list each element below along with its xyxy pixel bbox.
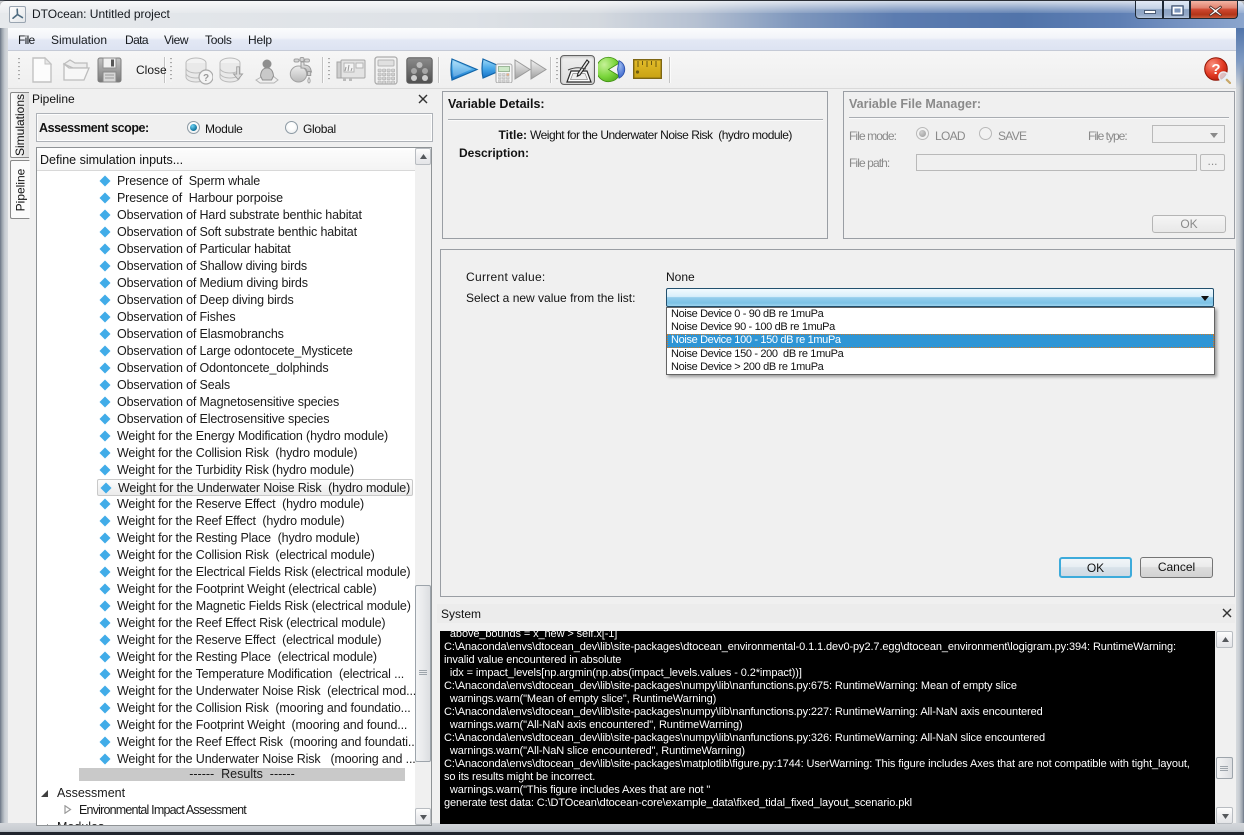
- svg-text:?: ?: [203, 73, 209, 84]
